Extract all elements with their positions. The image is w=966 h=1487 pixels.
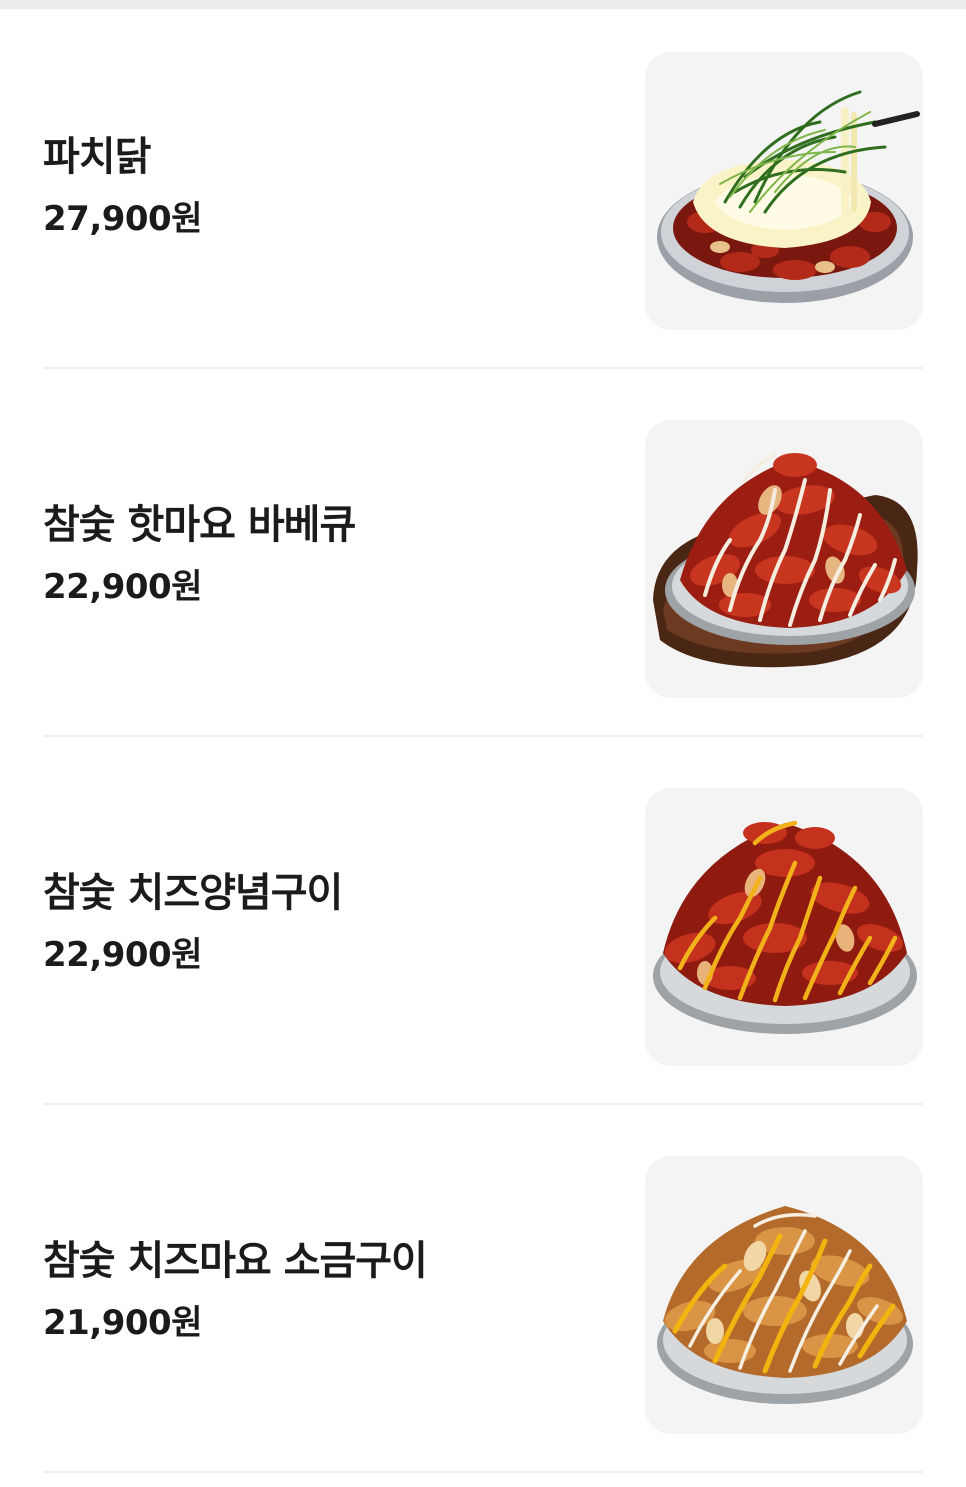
menu-text: 참숯 치즈마요 소금구이 21,900원: [43, 1235, 428, 1343]
menu-item[interactable]: 파치닭 27,900원: [43, 9, 923, 369]
menu-item[interactable]: 참숯 핫마요 바베큐 22,900원: [43, 377, 923, 737]
menu-item[interactable]: 참숯 치즈마요 소금구이 21,900원: [43, 1113, 923, 1473]
menu-item-image[interactable]: [645, 788, 923, 1066]
menu-item-price: 22,900원: [43, 567, 202, 607]
hot-mayo-bbq-chicken-dish-icon: [653, 453, 918, 668]
menu-text: 참숯 핫마요 바베큐 22,900원: [43, 499, 356, 607]
menu-item-image[interactable]: [645, 1156, 923, 1434]
menu-item-name: 참숯 치즈마요 소금구이: [43, 1238, 428, 1284]
menu-item-image[interactable]: [645, 52, 923, 330]
menu-item-price: 21,900원: [43, 1303, 202, 1343]
menu-item-price: 27,900원: [43, 199, 202, 239]
menu-text: 파치닭 27,900원: [43, 131, 202, 239]
menu-item-name: 파치닭: [43, 134, 151, 180]
menu-item-name: 참숯 핫마요 바베큐: [43, 502, 356, 548]
menu-text: 참숯 치즈양념구이 22,900원: [43, 867, 343, 975]
menu-item-image[interactable]: [645, 420, 923, 698]
menu-item[interactable]: 참숯 치즈양념구이 22,900원: [43, 745, 923, 1105]
top-status-strip: [0, 0, 966, 9]
menu-item-name: 참숯 치즈양념구이: [43, 870, 343, 916]
cheese-mayo-salt-chicken-dish-icon: [657, 1206, 913, 1404]
menu-list: 파치닭 27,900원 참숯 핫마요 바베큐 22,900원 참숯 치즈양념구이…: [0, 9, 966, 1473]
green-onion-cheese-chicken-dish-icon: [657, 90, 920, 303]
menu-item-price: 22,900원: [43, 935, 202, 975]
cheese-yangnyeom-chicken-dish-icon: [653, 820, 917, 1034]
